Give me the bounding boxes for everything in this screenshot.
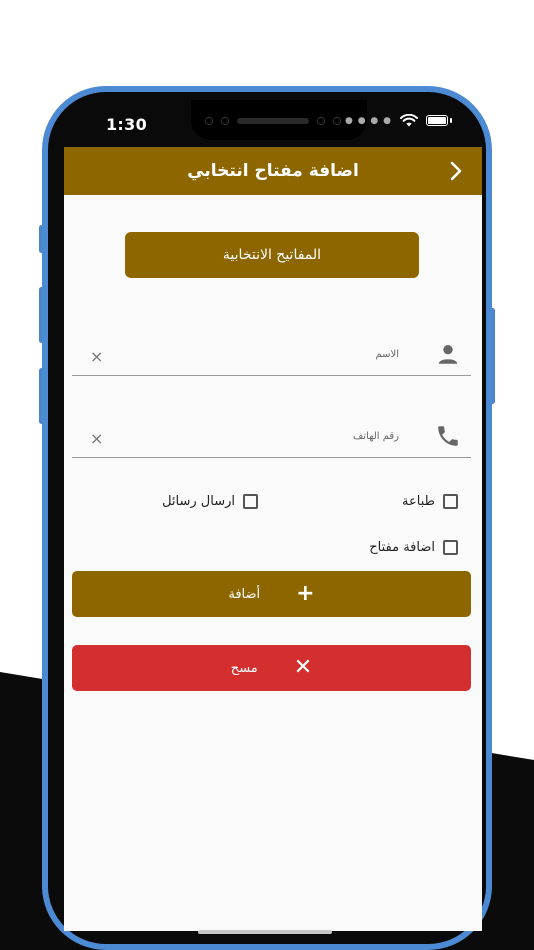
send-messages-label: ارسال رسائل: [162, 494, 235, 509]
clear-name-icon[interactable]: ×: [90, 347, 103, 366]
status-bar: 1:30 ● ● ● ●: [58, 100, 488, 146]
add-key-checkbox[interactable]: [443, 540, 458, 555]
clear-phone-icon[interactable]: ×: [90, 429, 103, 448]
status-icons: ● ● ● ●: [345, 114, 452, 127]
wifi-icon: [400, 114, 418, 127]
send-messages-checkbox[interactable]: [243, 494, 258, 509]
print-label: طباعة: [402, 494, 435, 509]
add-key-checkbox-row[interactable]: اضافة مفتاح: [369, 540, 458, 555]
print-checkbox[interactable]: [443, 494, 458, 509]
app-screen: اضافة مفتاح انتخابي المفاتيح الانتخابية …: [64, 147, 482, 931]
chevron-right-icon[interactable]: [444, 159, 468, 183]
sensor-dot: [221, 117, 229, 125]
send-messages-checkbox-row[interactable]: ارسال رسائل: [162, 494, 258, 509]
page-title: اضافة مفتاح انتخابي: [187, 161, 359, 181]
print-checkbox-row[interactable]: طباعة: [402, 494, 458, 509]
add-button[interactable]: أضافة +: [72, 571, 471, 617]
close-icon: ✕: [293, 655, 313, 680]
plus-icon: +: [296, 581, 315, 606]
name-placeholder: الاسم: [375, 349, 399, 360]
battery-cap: [450, 118, 452, 123]
app-bar: اضافة مفتاح انتخابي: [64, 147, 482, 195]
election-keys-label: المفاتيح الانتخابية: [222, 247, 322, 263]
phone-bezel: 1:30 ● ● ● ● اضافة مفتاح انتخابي المفاتي…: [48, 92, 486, 944]
phone-frame: 1:30 ● ● ● ● اضافة مفتاح انتخابي المفاتي…: [42, 86, 492, 950]
sensor-dot: [333, 117, 341, 125]
camera-dot: [317, 117, 325, 125]
clear-button[interactable]: مسح ✕: [72, 645, 471, 691]
person-icon: [438, 345, 458, 364]
signal-icon: ● ● ● ●: [345, 115, 392, 126]
phone-field[interactable]: × رقم الهاتف: [72, 397, 471, 458]
speaker-grille: [237, 118, 309, 124]
sensor-dot: [205, 117, 213, 125]
phone-notch: [191, 100, 367, 140]
add-key-label: اضافة مفتاح: [369, 540, 435, 555]
status-time: 1:30: [106, 115, 147, 134]
election-keys-button[interactable]: المفاتيح الانتخابية: [125, 232, 419, 278]
phone-placeholder: رقم الهاتف: [352, 431, 399, 442]
add-label: أضافة: [228, 586, 261, 602]
clear-label: مسح: [230, 660, 258, 676]
phone-icon: [438, 426, 458, 446]
home-indicator[interactable]: [198, 930, 332, 934]
name-field[interactable]: × الاسم: [72, 315, 471, 376]
battery-icon: [426, 115, 448, 126]
